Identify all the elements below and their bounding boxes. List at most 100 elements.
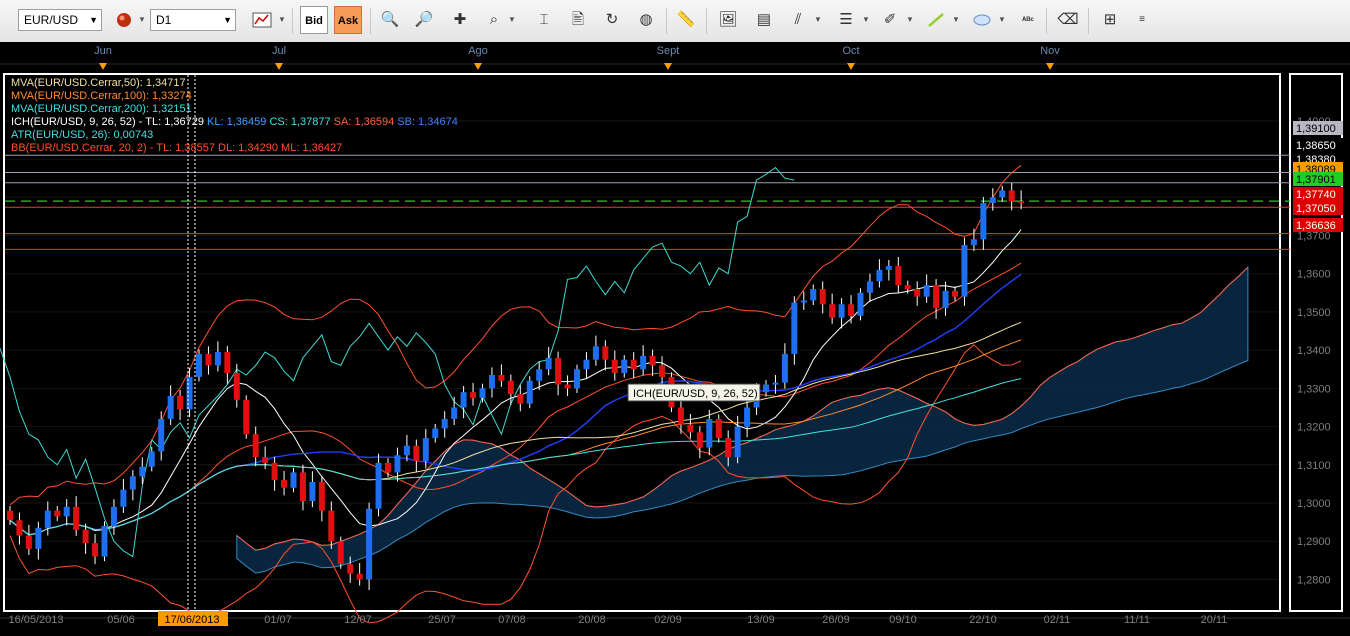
date-axis-label: 01/07 (264, 614, 292, 626)
screenshot-icon[interactable]: 🖼 (714, 6, 742, 34)
chevron-down-icon[interactable]: ▼ (906, 15, 914, 24)
legend-entry: MVA(EUR/USD.Cerrar,200): 1,32151 (11, 103, 192, 115)
candle-body (25, 535, 32, 549)
candle-body (772, 382, 779, 385)
date-axis-label: 05/06 (107, 614, 135, 626)
price-axis-label: 1,3700 (1297, 231, 1331, 243)
price-axis-label: 1,2800 (1297, 574, 1331, 586)
date-axis-label: 12/07 (344, 614, 372, 626)
candle-body (422, 438, 429, 461)
candle-body (299, 472, 306, 502)
legend-entry: SB: 1,34674 (394, 116, 458, 128)
insert-indicator-icon[interactable]: ⌶ (530, 6, 558, 34)
candle-body (441, 418, 448, 429)
globe-icon[interactable]: ◍ (632, 6, 660, 34)
chevron-down-icon[interactable]: ▼ (138, 15, 146, 24)
zoom-out-icon[interactable]: 🔎 (410, 6, 438, 34)
chevron-down-icon[interactable]: ▼ (508, 15, 516, 24)
price-tag-label: 1,36636 (1296, 220, 1336, 232)
record-ball-icon[interactable] (110, 6, 138, 34)
template-icon[interactable]: ▤ (750, 6, 778, 34)
candle-body (385, 462, 391, 473)
candle-body (177, 396, 184, 410)
candle-body (167, 396, 174, 419)
price-chart[interactable]: JunJulAgoSeptOctNov 1,40001,39001,38001,… (0, 42, 1350, 631)
indicator-legend-row: ATR(EUR/USD, 26): 0,00743 (11, 129, 153, 141)
candle-body (602, 346, 609, 360)
candle-body (432, 428, 439, 439)
price-axis-label: 1,3100 (1297, 460, 1331, 472)
ask-button[interactable]: Ask (334, 6, 362, 34)
chevron-down-icon[interactable]: ▼ (862, 15, 870, 24)
chevron-down-icon[interactable]: ▼ (998, 15, 1006, 24)
candle-body (970, 239, 977, 246)
candle-body (744, 407, 751, 427)
candle-body (810, 289, 817, 301)
eraser-icon[interactable]: ⌫ (1054, 6, 1082, 34)
symbol-select[interactable]: EUR/USD ▼ (18, 9, 102, 31)
ruler-icon[interactable]: 📏 (672, 6, 700, 34)
candle-body (574, 369, 580, 389)
pencil-icon[interactable]: ✐ (876, 6, 904, 34)
candle-body (715, 418, 722, 439)
candle-body (233, 373, 240, 400)
candle-body (640, 355, 647, 370)
price-axis-label: 1,3600 (1297, 269, 1331, 281)
trendline-tools-icon[interactable]: ⫽ (784, 6, 812, 34)
candle-body (262, 457, 269, 463)
candle-body (687, 424, 694, 433)
period-icon[interactable]: ⌕ (480, 6, 508, 34)
candle-body (337, 541, 344, 565)
candle-body (545, 357, 552, 370)
price-tag-label: 1,37740 (1296, 189, 1336, 201)
line-icon[interactable] (922, 6, 950, 34)
candle-body (290, 472, 297, 488)
candle-body (885, 266, 892, 270)
candle-body (82, 529, 89, 544)
candle-body (479, 388, 486, 398)
crosshair-icon[interactable]: ✚ (446, 6, 474, 34)
alert-icon[interactable]: 🖹 (564, 6, 592, 34)
price-tag-label: 1,37050 (1296, 203, 1336, 215)
candle-body (592, 346, 599, 360)
refresh-icon[interactable]: ↻ (598, 6, 626, 34)
candle-body (394, 455, 401, 473)
date-axis-label: 02/11 (1044, 614, 1071, 626)
timeframe-select[interactable]: D1 ▼ (150, 9, 236, 31)
candle-body (866, 281, 873, 293)
candle-body (356, 573, 363, 580)
candle-body (224, 352, 231, 374)
candle-body (734, 426, 741, 458)
candle-body (999, 190, 1006, 198)
candle-body (904, 285, 911, 289)
more-icon[interactable]: ≡ (1128, 6, 1156, 34)
zoom-in-icon[interactable]: 🔍 (376, 6, 404, 34)
candle-body (281, 480, 288, 488)
candle-body (857, 292, 864, 316)
layout-icon[interactable]: ⊞ (1096, 6, 1124, 34)
ellipse-icon[interactable] (968, 6, 996, 34)
chevron-down-icon[interactable]: ▼ (952, 15, 960, 24)
candle-body (7, 510, 13, 521)
chart-type-icon[interactable] (248, 6, 276, 34)
candle-body (555, 357, 562, 385)
bid-button[interactable]: Bid (300, 6, 328, 34)
date-axis-label: 17/06/2013 (164, 614, 219, 626)
indicator-legend-row: MVA(EUR/USD.Cerrar,50): 1,34717 (11, 77, 186, 89)
candle-body (838, 304, 845, 318)
legend-entry: MVA(EUR/USD.Cerrar,100): 1,33274 (11, 90, 192, 102)
date-axis-label: 20/08 (578, 614, 606, 626)
candle-body (498, 374, 505, 381)
chevron-down-icon[interactable]: ▼ (278, 15, 286, 24)
candle-body (649, 355, 656, 366)
date-axis-label: 11/11 (1124, 614, 1150, 626)
chart-toolbar: EUR/USD ▼ ▼ D1 ▼ ▼ Bid Ask 🔍 🔎 ✚ ⌕ ▼ ⌶ 🖹… (0, 0, 1350, 43)
month-marker-icon (1046, 63, 1054, 70)
text-tool-icon[interactable]: ᴬᴮᶜ (1014, 6, 1042, 34)
legend-entry: SA: 1,36594 (331, 116, 395, 128)
chevron-down-icon[interactable]: ▼ (814, 15, 822, 24)
chevron-down-icon: ▼ (89, 15, 98, 25)
legend-entry: BB(EUR/USD.Cerrar, 20, 2) - TL: 1,38557 … (11, 142, 342, 154)
fibonacci-icon[interactable]: ☰ (832, 6, 860, 34)
tooltip-text: ICH(EUR/USD, 9, 26, 52) (633, 388, 758, 400)
